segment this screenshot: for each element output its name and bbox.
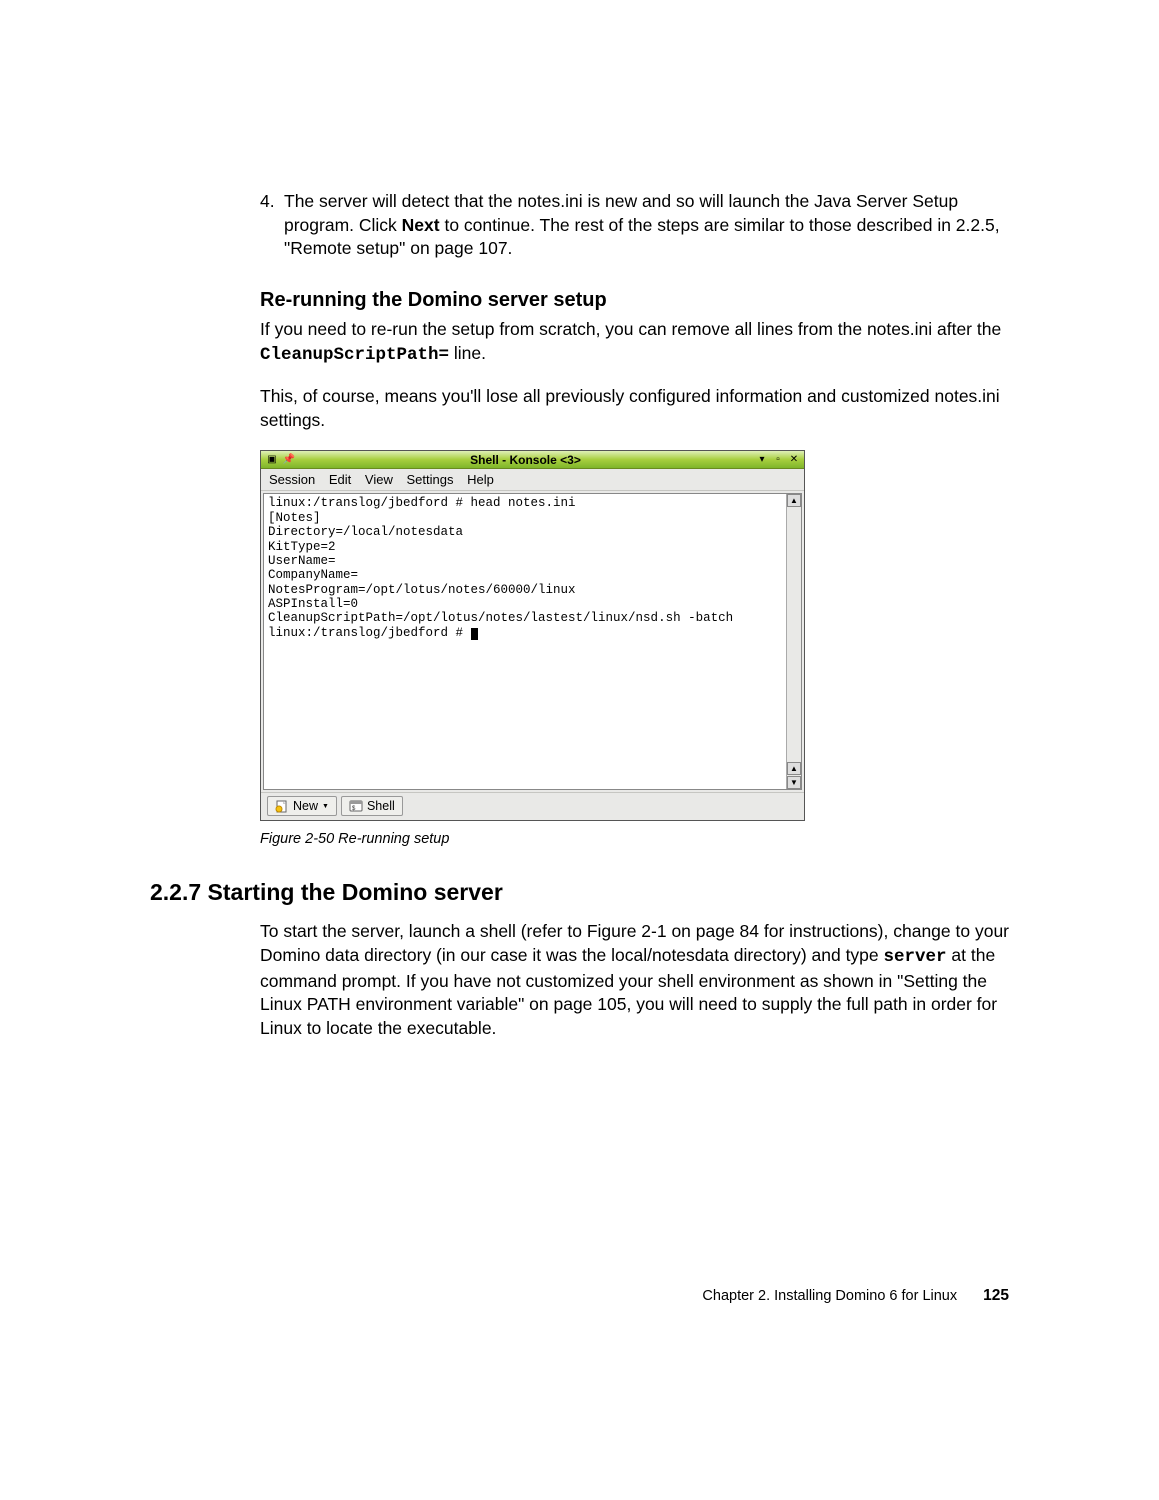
tab-shell[interactable]: $ Shell <box>341 796 403 816</box>
scroll-up2-icon[interactable]: ▲ <box>787 762 801 775</box>
menu-session[interactable]: Session <box>269 472 315 487</box>
text: If you need to re-run the setup from scr… <box>260 319 1001 339</box>
maximize-icon[interactable]: ▫ <box>771 453 785 467</box>
tab-new[interactable]: New ▼ <box>267 796 337 816</box>
scrollbar[interactable]: ▲ ▲ ▼ <box>786 494 801 789</box>
terminal-text: linux:/translog/jbedford # head notes.in… <box>268 496 733 639</box>
list-text: The server will detect that the notes.in… <box>284 190 1009 261</box>
menu-view[interactable]: View <box>365 472 393 487</box>
dropdown-icon: ▼ <box>322 803 329 810</box>
code-cleanupscriptpath: CleanupScriptPath= <box>260 345 449 365</box>
text-bold-next: Next <box>402 215 440 235</box>
window-menu-icon[interactable]: ▣ <box>265 453 279 467</box>
paragraph-rerun-2: This, of course, means you'll lose all p… <box>260 385 1009 432</box>
konsole-menubar: Session Edit View Settings Help <box>261 469 804 491</box>
new-tab-icon <box>275 799 289 813</box>
menu-edit[interactable]: Edit <box>329 472 351 487</box>
konsole-tabbar: New ▼ $ Shell <box>261 792 804 820</box>
close-icon[interactable]: ✕ <box>787 453 801 467</box>
pin-icon[interactable]: 📌 <box>282 453 296 467</box>
minimize-icon[interactable]: ▾ <box>755 453 769 467</box>
footer-page-number: 125 <box>983 1287 1009 1305</box>
cursor-icon <box>471 628 478 640</box>
shell-icon: $ <box>349 799 363 813</box>
heading-rerunning: Re-running the Domino server setup <box>260 289 1009 312</box>
list-number: 4. <box>260 190 284 261</box>
konsole-titlebar[interactable]: ▣ 📌 Shell - Konsole <3> ▾ ▫ ✕ <box>261 451 804 469</box>
list-item-4: 4. The server will detect that the notes… <box>260 190 1009 261</box>
text: line. <box>449 343 486 363</box>
paragraph-starting: To start the server, launch a shell (ref… <box>260 920 1009 1040</box>
konsole-title: Shell - Konsole <3> <box>296 453 755 467</box>
scroll-down-icon[interactable]: ▼ <box>787 776 801 789</box>
footer-chapter: Chapter 2. Installing Domino 6 for Linux <box>702 1288 957 1304</box>
menu-help[interactable]: Help <box>467 472 494 487</box>
code-server: server <box>884 947 947 967</box>
menu-settings[interactable]: Settings <box>406 472 453 487</box>
paragraph-rerun-1: If you need to re-run the setup from scr… <box>260 318 1009 367</box>
heading-starting-server: 2.2.7 Starting the Domino server <box>150 879 1009 906</box>
page-footer: Chapter 2. Installing Domino 6 for Linux… <box>702 1287 1009 1305</box>
terminal-output[interactable]: linux:/translog/jbedford # head notes.in… <box>264 494 786 789</box>
scroll-up-icon[interactable]: ▲ <box>787 494 801 507</box>
figure-caption: Figure 2-50 Re-running setup <box>260 831 1009 847</box>
konsole-window: ▣ 📌 Shell - Konsole <3> ▾ ▫ ✕ Session Ed… <box>260 450 805 821</box>
tab-shell-label: Shell <box>367 799 395 813</box>
tab-new-label: New <box>293 799 318 813</box>
